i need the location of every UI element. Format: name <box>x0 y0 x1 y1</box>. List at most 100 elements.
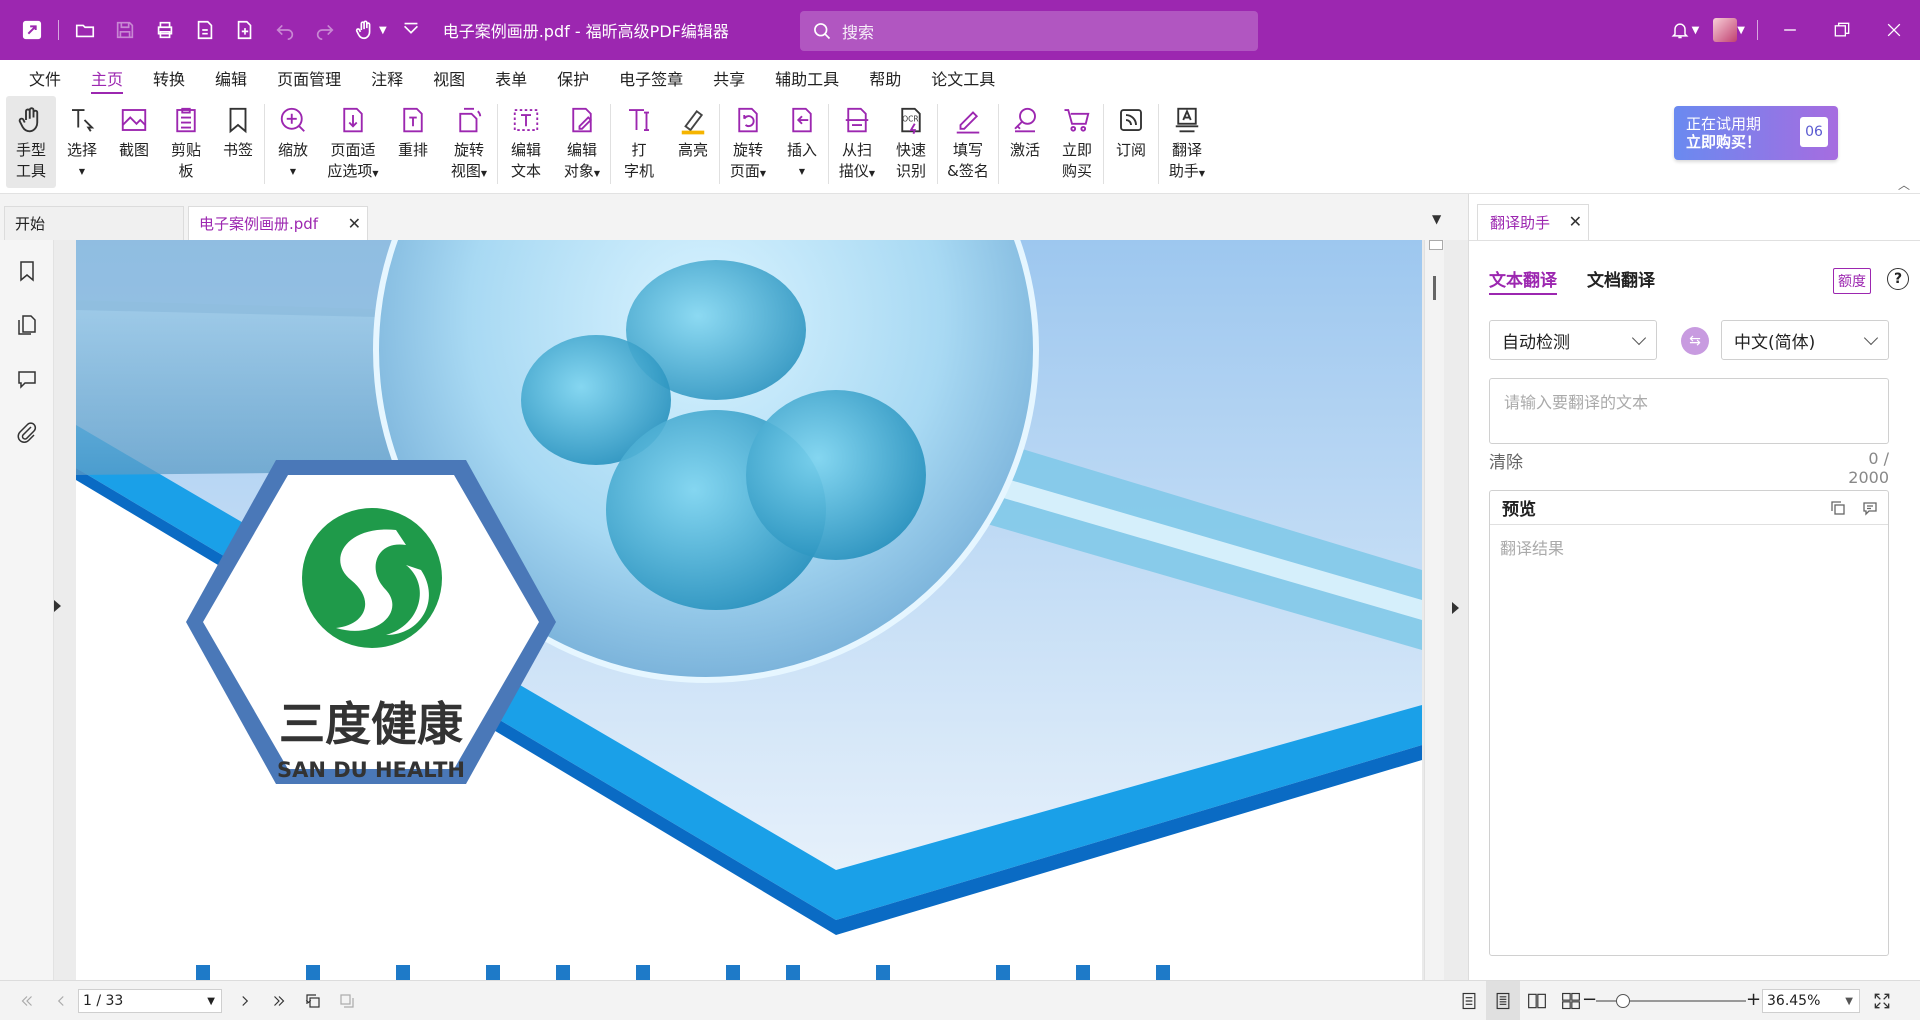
trial-banner-button[interactable]: 正在试用期 立即购买！ 06 <box>1674 106 1838 160</box>
zoom-level-input[interactable]: 36.45% ▼ <box>1762 989 1860 1013</box>
chevron-down-icon[interactable]: ▼ <box>207 996 215 1007</box>
clipboard-button[interactable]: 剪贴板 <box>160 96 212 188</box>
clear-button[interactable]: 清除 <box>1489 448 1523 473</box>
customize-toolbar-icon[interactable] <box>391 10 431 50</box>
print-icon[interactable] <box>145 10 185 50</box>
zoom-out-button[interactable]: − <box>1582 989 1597 1010</box>
menu-view[interactable]: 视图 <box>418 60 480 96</box>
source-language-select[interactable]: 自动检测 <box>1489 320 1657 360</box>
previous-view-icon[interactable] <box>296 981 330 1020</box>
help-icon[interactable]: ? <box>1887 268 1909 290</box>
tab-text-translate[interactable]: 文本翻译 <box>1489 266 1557 295</box>
open-folder-icon[interactable] <box>65 10 105 50</box>
zoom-button[interactable]: 缩放 ▼ <box>265 96 321 188</box>
scanner-button[interactable]: 从扫 描仪▼ <box>829 96 885 188</box>
next-view-icon[interactable] <box>330 981 364 1020</box>
tab-start[interactable]: 开始 <box>4 206 184 240</box>
comment-icon[interactable] <box>1862 500 1878 516</box>
tabs-dropdown-icon[interactable]: ▼ <box>1432 212 1441 226</box>
comments-panel-icon[interactable] <box>0 352 54 406</box>
single-page-view-icon[interactable] <box>1452 981 1486 1020</box>
document-viewer[interactable]: 三度健康 SAN DU HEALTH <box>76 240 1424 980</box>
minimize-button[interactable] <box>1764 0 1816 60</box>
reflow-button[interactable]: 重排 <box>385 96 441 188</box>
menu-home[interactable]: 主页 <box>76 60 138 96</box>
bookmark-panel-icon[interactable] <box>0 244 54 298</box>
zoom-in-button[interactable]: + <box>1746 989 1761 1010</box>
zoom-slider[interactable] <box>1596 994 1746 1008</box>
attachments-panel-icon[interactable] <box>0 406 54 460</box>
target-language-select[interactable]: 中文(简体) <box>1721 320 1889 360</box>
menu-form[interactable]: 表单 <box>480 60 542 96</box>
typewriter-button[interactable]: 打字机 <box>611 96 667 188</box>
translate-assistant-button[interactable]: 翻译 助手▼ <box>1159 96 1215 188</box>
pages-panel-icon[interactable] <box>0 298 54 352</box>
zoom-slider-handle[interactable] <box>1616 994 1630 1008</box>
snapshot-button[interactable]: 截图 <box>108 96 160 188</box>
chevron-down-icon[interactable]: ▼ <box>1692 25 1700 36</box>
menu-protect[interactable]: 保护 <box>542 60 604 96</box>
last-page-icon[interactable] <box>262 981 296 1020</box>
save-icon[interactable] <box>105 10 145 50</box>
left-panel-expander[interactable] <box>54 240 76 980</box>
hand-tool-button[interactable]: 手型 工具 <box>6 96 56 188</box>
chevron-down-icon[interactable]: ▼ <box>379 25 387 36</box>
translate-panel: 翻译助手 ✕ 文本翻译 文档翻译 额度 ? 自动检测 ⇆ 中文(简体) 请输入要… <box>1468 194 1920 980</box>
undo-icon[interactable] <box>265 10 305 50</box>
activate-button[interactable]: 激活 <box>999 96 1051 188</box>
quota-button[interactable]: 额度 <box>1833 268 1871 294</box>
collapse-ribbon-icon[interactable]: ︿ <box>1898 176 1910 193</box>
buy-now-button[interactable]: 立即 购买 <box>1051 96 1103 188</box>
right-panel-expander[interactable] <box>1444 240 1468 980</box>
tool-label: 对象▼ <box>564 161 600 184</box>
properties-icon[interactable] <box>185 10 225 50</box>
scroll-thumb[interactable] <box>1433 276 1436 300</box>
insert-button[interactable]: 插入 ▼ <box>776 96 828 188</box>
close-button[interactable] <box>1868 0 1920 60</box>
subscribe-button[interactable]: 订阅 <box>1104 96 1158 188</box>
fullscreen-icon[interactable] <box>1872 991 1892 1011</box>
first-page-icon[interactable] <box>10 981 44 1020</box>
menu-accessibility[interactable]: 辅助工具 <box>760 60 854 96</box>
rotate-view-button[interactable]: 旋转 视图▼ <box>441 96 497 188</box>
fit-page-button[interactable]: 页面适 应选项▼ <box>321 96 385 188</box>
fill-sign-button[interactable]: 填写 &签名 <box>938 96 998 188</box>
chevron-down-icon[interactable]: ▼ <box>1737 25 1745 36</box>
bookmark-button[interactable]: 书签 <box>212 96 264 188</box>
tab-translate-assistant[interactable]: 翻译助手 ✕ <box>1477 204 1589 240</box>
facing-view-icon[interactable] <box>1520 981 1554 1020</box>
menu-file[interactable]: 文件 <box>14 60 76 96</box>
select-tool-button[interactable]: 选择 ▼ <box>56 96 108 188</box>
swap-languages-icon[interactable]: ⇆ <box>1681 327 1709 355</box>
rotate-page-button[interactable]: 旋转 页面▼ <box>720 96 776 188</box>
redo-icon[interactable] <box>305 10 345 50</box>
previous-page-icon[interactable] <box>44 981 78 1020</box>
menu-thesis-tools[interactable]: 论文工具 <box>916 60 1010 96</box>
ocr-button[interactable]: OCR 快速 识别 <box>885 96 937 188</box>
close-tab-icon[interactable]: ✕ <box>348 214 361 233</box>
menu-esign[interactable]: 电子签章 <box>604 60 698 96</box>
close-panel-icon[interactable]: ✕ <box>1569 212 1582 231</box>
menu-edit[interactable]: 编辑 <box>200 60 262 96</box>
menu-comment[interactable]: 注释 <box>356 60 418 96</box>
new-document-icon[interactable] <box>225 10 265 50</box>
menu-organize[interactable]: 页面管理 <box>262 60 356 96</box>
restore-button[interactable] <box>1816 0 1868 60</box>
chevron-down-icon[interactable]: ▼ <box>1845 996 1853 1007</box>
translate-input[interactable]: 请输入要翻译的文本 <box>1489 378 1889 444</box>
page-number-input[interactable]: 1 / 33 ▼ <box>78 988 222 1013</box>
next-page-icon[interactable] <box>228 981 262 1020</box>
tool-label: 页面适 <box>330 141 376 159</box>
search-box[interactable]: 搜索 <box>800 11 1258 51</box>
edit-text-button[interactable]: 编辑 文本 <box>498 96 554 188</box>
copy-icon[interactable] <box>1830 500 1846 516</box>
tab-document[interactable]: 电子案例画册.pdf ✕ <box>188 206 368 240</box>
menu-convert[interactable]: 转换 <box>138 60 200 96</box>
tab-doc-translate[interactable]: 文档翻译 <box>1587 266 1655 295</box>
highlight-button[interactable]: 高亮 <box>667 96 719 188</box>
menu-help[interactable]: 帮助 <box>854 60 916 96</box>
edit-object-button[interactable]: 编辑 对象▼ <box>554 96 610 188</box>
vertical-scrollbar[interactable] <box>1424 240 1444 980</box>
menu-share[interactable]: 共享 <box>698 60 760 96</box>
continuous-view-icon[interactable] <box>1486 981 1520 1020</box>
